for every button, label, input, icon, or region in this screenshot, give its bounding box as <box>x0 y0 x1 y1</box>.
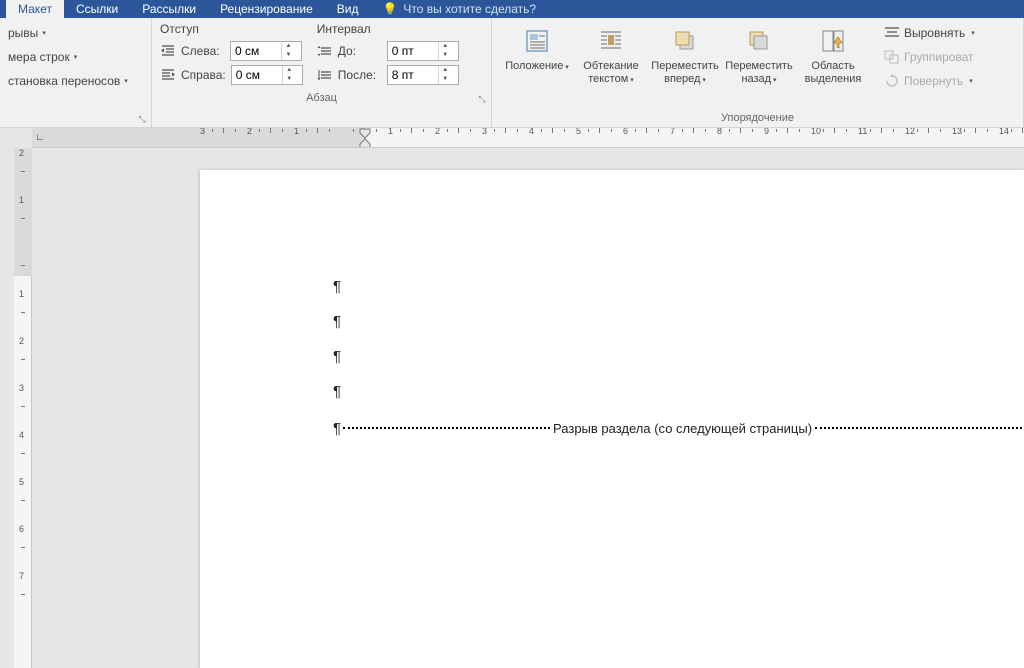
spin-up-icon[interactable]: ▲ <box>439 42 452 51</box>
tab-mailings[interactable]: Рассылки <box>130 0 208 18</box>
backward-icon <box>745 24 773 58</box>
selection-pane-label: Область выделения <box>798 60 868 86</box>
group-page-setup-label: ⤡ <box>0 122 151 127</box>
position-button[interactable]: Положение <box>500 24 574 74</box>
hyphenation-button[interactable]: становка переносов <box>8 74 128 88</box>
page-setup-launcher-icon[interactable]: ⤡ <box>137 114 147 124</box>
wrap-button[interactable]: Обтекание текстом <box>574 24 648 87</box>
indent-right-input[interactable] <box>232 68 282 82</box>
rotate-icon <box>884 74 900 88</box>
tab-layout[interactable]: Макет <box>6 0 64 18</box>
horizontal-ruler[interactable]: 321123456789101112131415 <box>32 128 1024 148</box>
tab-review[interactable]: Рецензирование <box>208 0 325 18</box>
tell-me-search[interactable]: 💡 Что вы хотите сделать? <box>382 2 536 16</box>
spin-up-icon[interactable]: ▲ <box>283 66 296 75</box>
spacing-before-input[interactable] <box>388 44 438 58</box>
document-page[interactable]: ¶ ¶ ¶ ¶ ¶ Разрыв раздела (со следующей с… <box>200 170 1024 668</box>
paragraph-mark: ¶ <box>333 348 1024 383</box>
align-label: Выровнять <box>904 26 965 40</box>
paragraph-mark: ¶ <box>333 278 1024 313</box>
indent-left-label: Слева: <box>181 44 225 58</box>
hanging-indent-marker[interactable] <box>359 138 371 148</box>
tab-references[interactable]: Ссылки <box>64 0 130 18</box>
indent-right-spinner[interactable]: ▲▼ <box>231 65 303 85</box>
ribbon: рывы мера строк становка переносов ⤡ Отс… <box>0 18 1024 128</box>
forward-icon <box>671 24 699 58</box>
paragraph-mark: ¶ <box>333 313 1024 348</box>
ribbon-tabs: Макет Ссылки Рассылки Рецензирование Вид… <box>0 0 1024 18</box>
spin-down-icon[interactable]: ▼ <box>439 51 452 60</box>
position-icon <box>523 24 551 58</box>
indent-right-label: Справа: <box>181 68 226 82</box>
section-break-label: Разрыв раздела (со следующей страницы) <box>552 421 813 436</box>
group-objects-button[interactable]: Группироват <box>884 46 975 67</box>
spacing-before-label: До: <box>338 44 382 58</box>
indent-left-spinner[interactable]: ▲▼ <box>230 41 302 61</box>
paragraph-mark: ¶ <box>333 383 1024 418</box>
align-icon <box>884 26 900 40</box>
indent-left-input[interactable] <box>231 44 281 58</box>
group-page-setup: рывы мера строк становка переносов ⤡ <box>0 18 152 127</box>
forward-button[interactable]: Переместить вперед <box>648 24 722 87</box>
group-icon <box>884 50 900 64</box>
paragraph-launcher-icon[interactable]: ⤡ <box>477 94 487 104</box>
group-arrange-label: Упорядочение <box>492 110 1023 127</box>
spacing-before-spinner[interactable]: ▲▼ <box>387 41 459 61</box>
spacing-after-spinner[interactable]: ▲▼ <box>387 65 459 85</box>
spin-down-icon[interactable]: ▼ <box>282 51 295 60</box>
indent-left-icon <box>160 43 176 59</box>
spin-up-icon[interactable]: ▲ <box>282 42 295 51</box>
selection-pane-button[interactable]: Область выделения <box>796 24 870 86</box>
wrap-icon <box>597 24 625 58</box>
indent-right-icon <box>160 67 176 83</box>
spacing-before-icon <box>317 43 333 59</box>
wrap-label: Обтекание текстом <box>576 60 646 87</box>
spacing-after-label: После: <box>338 68 382 82</box>
tab-view[interactable]: Вид <box>325 0 371 18</box>
breaks-button[interactable]: рывы <box>8 26 46 40</box>
forward-label: Переместить вперед <box>650 60 720 87</box>
group-paragraph: Отступ Слева: ▲▼ Справа: <box>152 18 492 127</box>
position-label: Положение <box>505 60 569 74</box>
spin-up-icon[interactable]: ▲ <box>439 66 452 75</box>
backward-label: Переместить назад <box>724 60 794 87</box>
page-content[interactable]: ¶ ¶ ¶ ¶ ¶ Разрыв раздела (со следующей с… <box>333 278 1024 438</box>
bulb-icon: 💡 <box>382 2 397 16</box>
spacing-header: Интервал <box>317 22 459 36</box>
spin-down-icon[interactable]: ▼ <box>439 75 452 84</box>
spacing-after-input[interactable] <box>388 68 438 82</box>
tell-me-text: Что вы хотите сделать? <box>403 2 536 16</box>
indent-header: Отступ <box>160 22 303 36</box>
group-paragraph-label: Абзац ⤡ <box>152 90 491 107</box>
spacing-after-icon <box>317 67 333 83</box>
tab-stop-selector[interactable]: ∟ <box>35 132 47 144</box>
group-label: Группироват <box>904 50 974 64</box>
vertical-ruler[interactable]: 211234567 <box>14 148 32 668</box>
selection-pane-icon <box>819 24 847 58</box>
rotate-label: Повернуть <box>904 74 963 88</box>
group-arrange: Положение Обтекание текстом Переместить … <box>492 18 1024 127</box>
spin-down-icon[interactable]: ▼ <box>283 75 296 84</box>
rotate-button[interactable]: Повернуть <box>884 70 975 91</box>
section-break: ¶ Разрыв раздела (со следующей страницы) <box>333 418 1024 438</box>
backward-button[interactable]: Переместить назад <box>722 24 796 87</box>
line-numbers-button[interactable]: мера строк <box>8 50 77 64</box>
align-button[interactable]: Выровнять <box>884 22 975 43</box>
